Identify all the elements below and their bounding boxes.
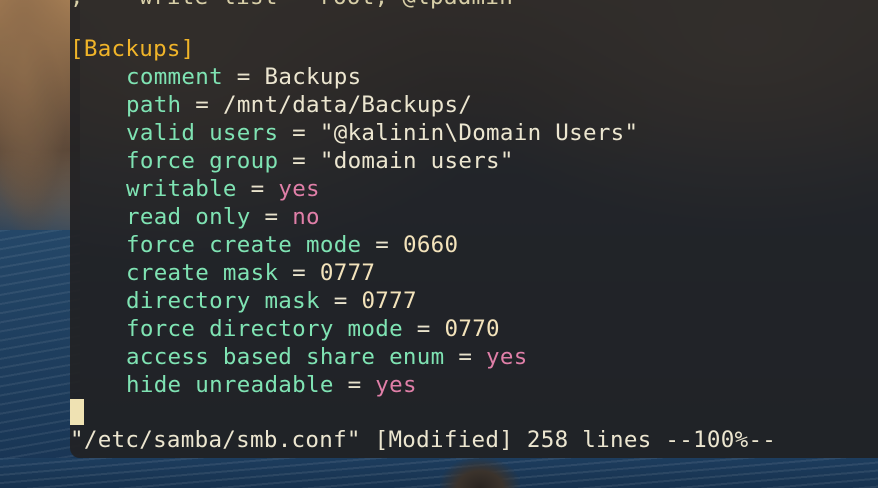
config-value: 0777 <box>361 288 417 314</box>
equals-sign: = <box>375 232 390 258</box>
config-value: /mnt/data/Backups/ <box>222 92 473 118</box>
equals-sign: = <box>195 92 210 118</box>
config-key: read only <box>126 204 251 230</box>
equals-sign: = <box>236 64 251 90</box>
text-cursor <box>70 399 84 425</box>
config-key: hide unreadable <box>126 372 334 398</box>
status-line: "/etc/samba/smb.conf" [Modified] 258 lin… <box>70 427 777 453</box>
config-line: directory mask = 0777 <box>70 287 417 315</box>
equals-sign: = <box>292 120 307 146</box>
config-key: force directory mode <box>126 316 403 342</box>
wallpaper-sea-bottom <box>0 458 878 488</box>
config-line: path = /mnt/data/Backups/ <box>70 91 472 119</box>
wallpaper-sea <box>0 230 80 488</box>
config-line: access based share enum = yes <box>70 343 528 371</box>
config-value: 0770 <box>444 316 500 342</box>
terminal-window[interactable]: ; write list = root, @lpadmin [Backups] … <box>70 0 878 458</box>
equals-sign: = <box>416 316 431 342</box>
config-key: writable <box>126 176 237 202</box>
wallpaper-rocks <box>0 0 80 250</box>
config-line: writable = yes <box>70 175 320 203</box>
equals-sign: = <box>292 260 307 286</box>
equals-sign: = <box>250 176 265 202</box>
equals-sign: = <box>347 372 362 398</box>
config-line: hide unreadable = yes <box>70 371 417 399</box>
config-key: create mask <box>126 260 279 286</box>
config-value: no <box>292 204 320 230</box>
config-value: yes <box>278 176 320 202</box>
config-value: 0660 <box>402 232 459 258</box>
config-key: path <box>126 92 182 118</box>
equals-sign: = <box>292 148 307 174</box>
config-key: valid users <box>126 120 279 146</box>
wallpaper-rock-bottom <box>440 458 520 488</box>
equals-sign: = <box>458 344 473 370</box>
config-value: Backups <box>264 64 362 90</box>
config-value: "domain users" <box>319 148 514 174</box>
config-line: read only = no <box>70 203 320 231</box>
config-key: directory mask <box>126 288 320 314</box>
config-key: comment <box>126 64 223 90</box>
config-key: force create mode <box>126 232 362 258</box>
equals-sign: = <box>333 288 348 314</box>
config-key: force group <box>126 148 279 174</box>
config-value: yes <box>486 344 528 370</box>
config-line: comment = Backups <box>70 63 361 91</box>
config-line: force group = "domain users" <box>70 147 514 175</box>
equals-sign: = <box>264 204 279 230</box>
config-value: 0777 <box>319 260 376 286</box>
section-header: [Backups] <box>70 36 195 62</box>
config-key: access based share enum <box>126 344 445 370</box>
config-value: "@kalinin\Domain Users" <box>319 120 639 146</box>
editor-line-partial: ; write list = root, @lpadmin <box>70 0 513 11</box>
config-line: create mask = 0777 <box>70 259 375 287</box>
config-value: yes <box>375 372 417 398</box>
config-line: force create mode = 0660 <box>70 231 458 259</box>
config-line: valid users = "@kalinin\Domain Users" <box>70 119 638 147</box>
config-line: force directory mode = 0770 <box>70 315 500 343</box>
